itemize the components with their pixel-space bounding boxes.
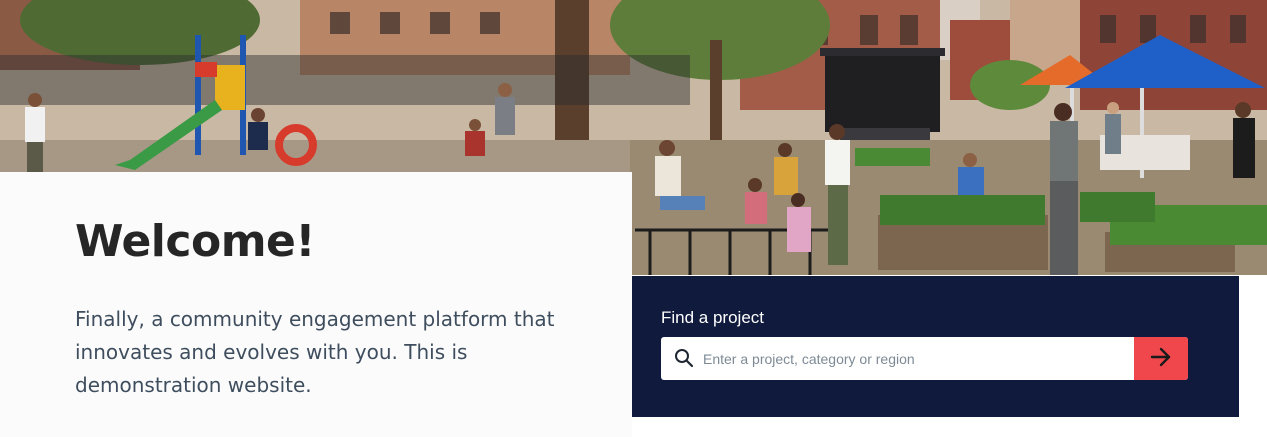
search-submit-button[interactable] <box>1134 337 1188 380</box>
find-project-label: Find a project <box>661 308 764 327</box>
search-box <box>661 337 1188 380</box>
arrow-right-icon <box>1150 347 1172 370</box>
welcome-title: Welcome! <box>75 216 315 267</box>
search-icon <box>674 348 694 368</box>
project-search-input[interactable] <box>703 337 1133 380</box>
welcome-description: Finally, a community engagement platform… <box>75 307 555 397</box>
